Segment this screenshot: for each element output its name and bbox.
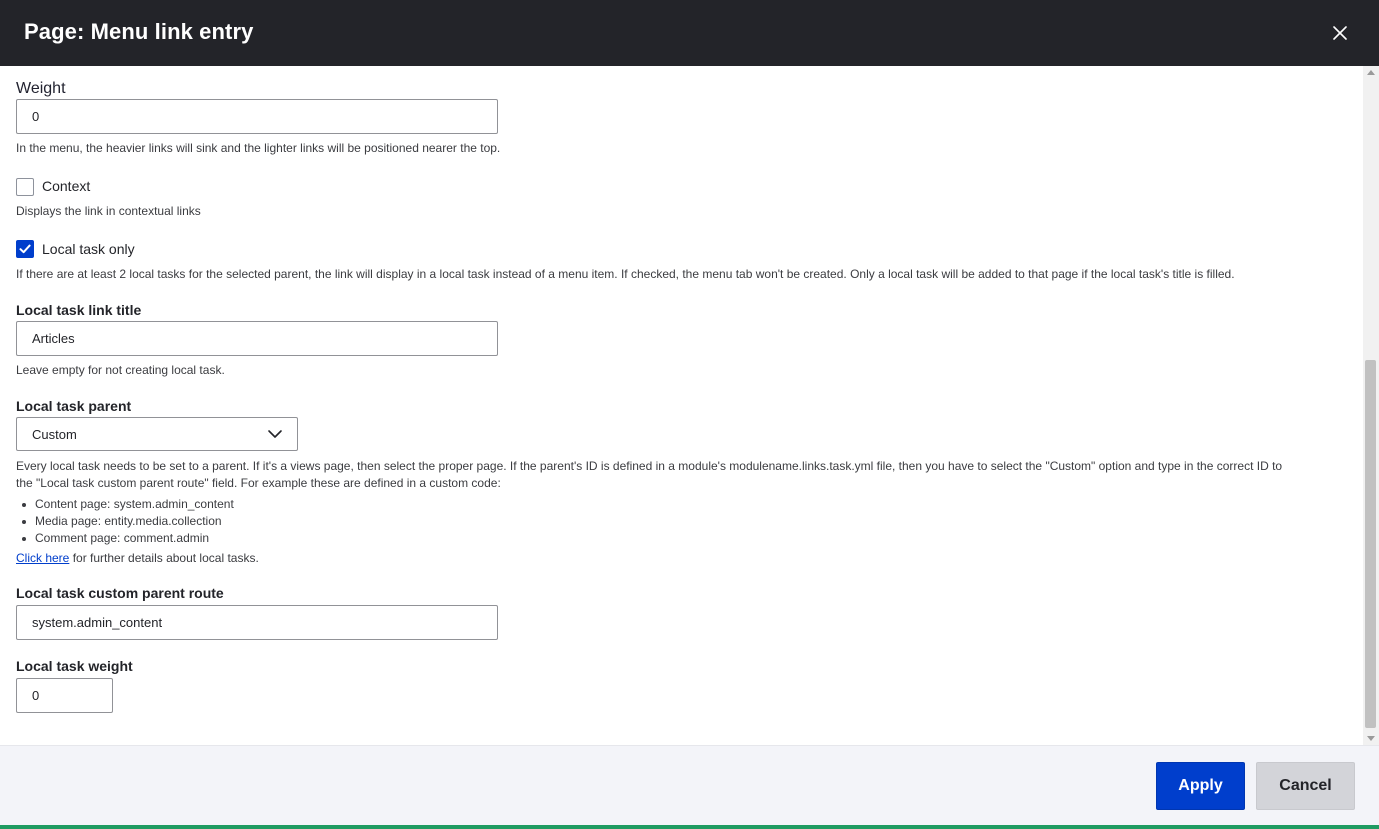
- local-task-parent-description-2: the "Local task custom parent route" fie…: [16, 476, 501, 490]
- local-task-only-label: Local task only: [42, 241, 135, 257]
- scroll-up-arrow[interactable]: [1367, 70, 1375, 75]
- local-task-title-input[interactable]: Articles: [16, 321, 498, 356]
- context-label: Context: [42, 178, 91, 194]
- dialog-titlebar: Page: Menu link entry: [0, 0, 1379, 66]
- context-checkbox[interactable]: [16, 178, 34, 196]
- local-task-weight-input[interactable]: 0: [16, 678, 113, 713]
- list-item: Comment page: comment.admin: [16, 530, 234, 547]
- cancel-button[interactable]: Cancel: [1256, 762, 1355, 810]
- local-task-only-description: If there are at least 2 local tasks for …: [16, 267, 1235, 281]
- scroll-down-arrow[interactable]: [1367, 736, 1375, 741]
- local-task-title-label: Local task link title: [16, 302, 142, 318]
- close-button[interactable]: [1329, 22, 1351, 44]
- local-task-parent-selected: Custom: [32, 426, 77, 442]
- apply-button[interactable]: Apply: [1156, 762, 1245, 810]
- route-examples-list: Content page: system.admin_content Media…: [16, 496, 234, 547]
- local-task-weight-label: Local task weight: [16, 658, 133, 674]
- dialog-title: Page: Menu link entry: [24, 19, 254, 44]
- context-description: Displays the link in contextual links: [16, 204, 201, 218]
- list-item: Media page: entity.media.collection: [16, 513, 234, 530]
- modal-dialog: Page: Menu link entry Weight 0 In the me…: [0, 0, 1379, 829]
- close-icon: [1333, 26, 1347, 40]
- dialog-content: Weight 0 In the menu, the heavier links …: [0, 66, 1363, 745]
- chevron-down-icon: [268, 430, 282, 438]
- local-task-title-description: Leave empty for not creating local task.: [16, 363, 225, 377]
- local-task-parent-label: Local task parent: [16, 398, 132, 414]
- custom-parent-route-input[interactable]: system.admin_content: [16, 605, 498, 640]
- bottom-edge: [0, 825, 1379, 829]
- weight-input[interactable]: 0: [16, 99, 498, 134]
- local-task-only-checkbox[interactable]: [16, 240, 34, 258]
- checkmark-icon: [19, 244, 31, 254]
- weight-label: Weight: [16, 80, 66, 97]
- list-item: Content page: system.admin_content: [16, 496, 234, 513]
- dialog-footer: Apply Cancel: [0, 745, 1379, 825]
- local-task-parent-description-1: Every local task needs to be set to a pa…: [16, 459, 1283, 473]
- weight-description: In the menu, the heavier links will sink…: [16, 141, 501, 155]
- local-task-parent-select[interactable]: Custom: [16, 417, 298, 451]
- custom-parent-route-label: Local task custom parent route: [16, 585, 224, 601]
- further-details-text: Click here for further details about loc…: [16, 550, 259, 567]
- scrollbar-thumb[interactable]: [1365, 360, 1376, 728]
- further-details-suffix: for further details about local tasks.: [69, 551, 259, 565]
- click-here-link[interactable]: Click here: [16, 551, 69, 565]
- content-scrollbar[interactable]: [1363, 66, 1379, 745]
